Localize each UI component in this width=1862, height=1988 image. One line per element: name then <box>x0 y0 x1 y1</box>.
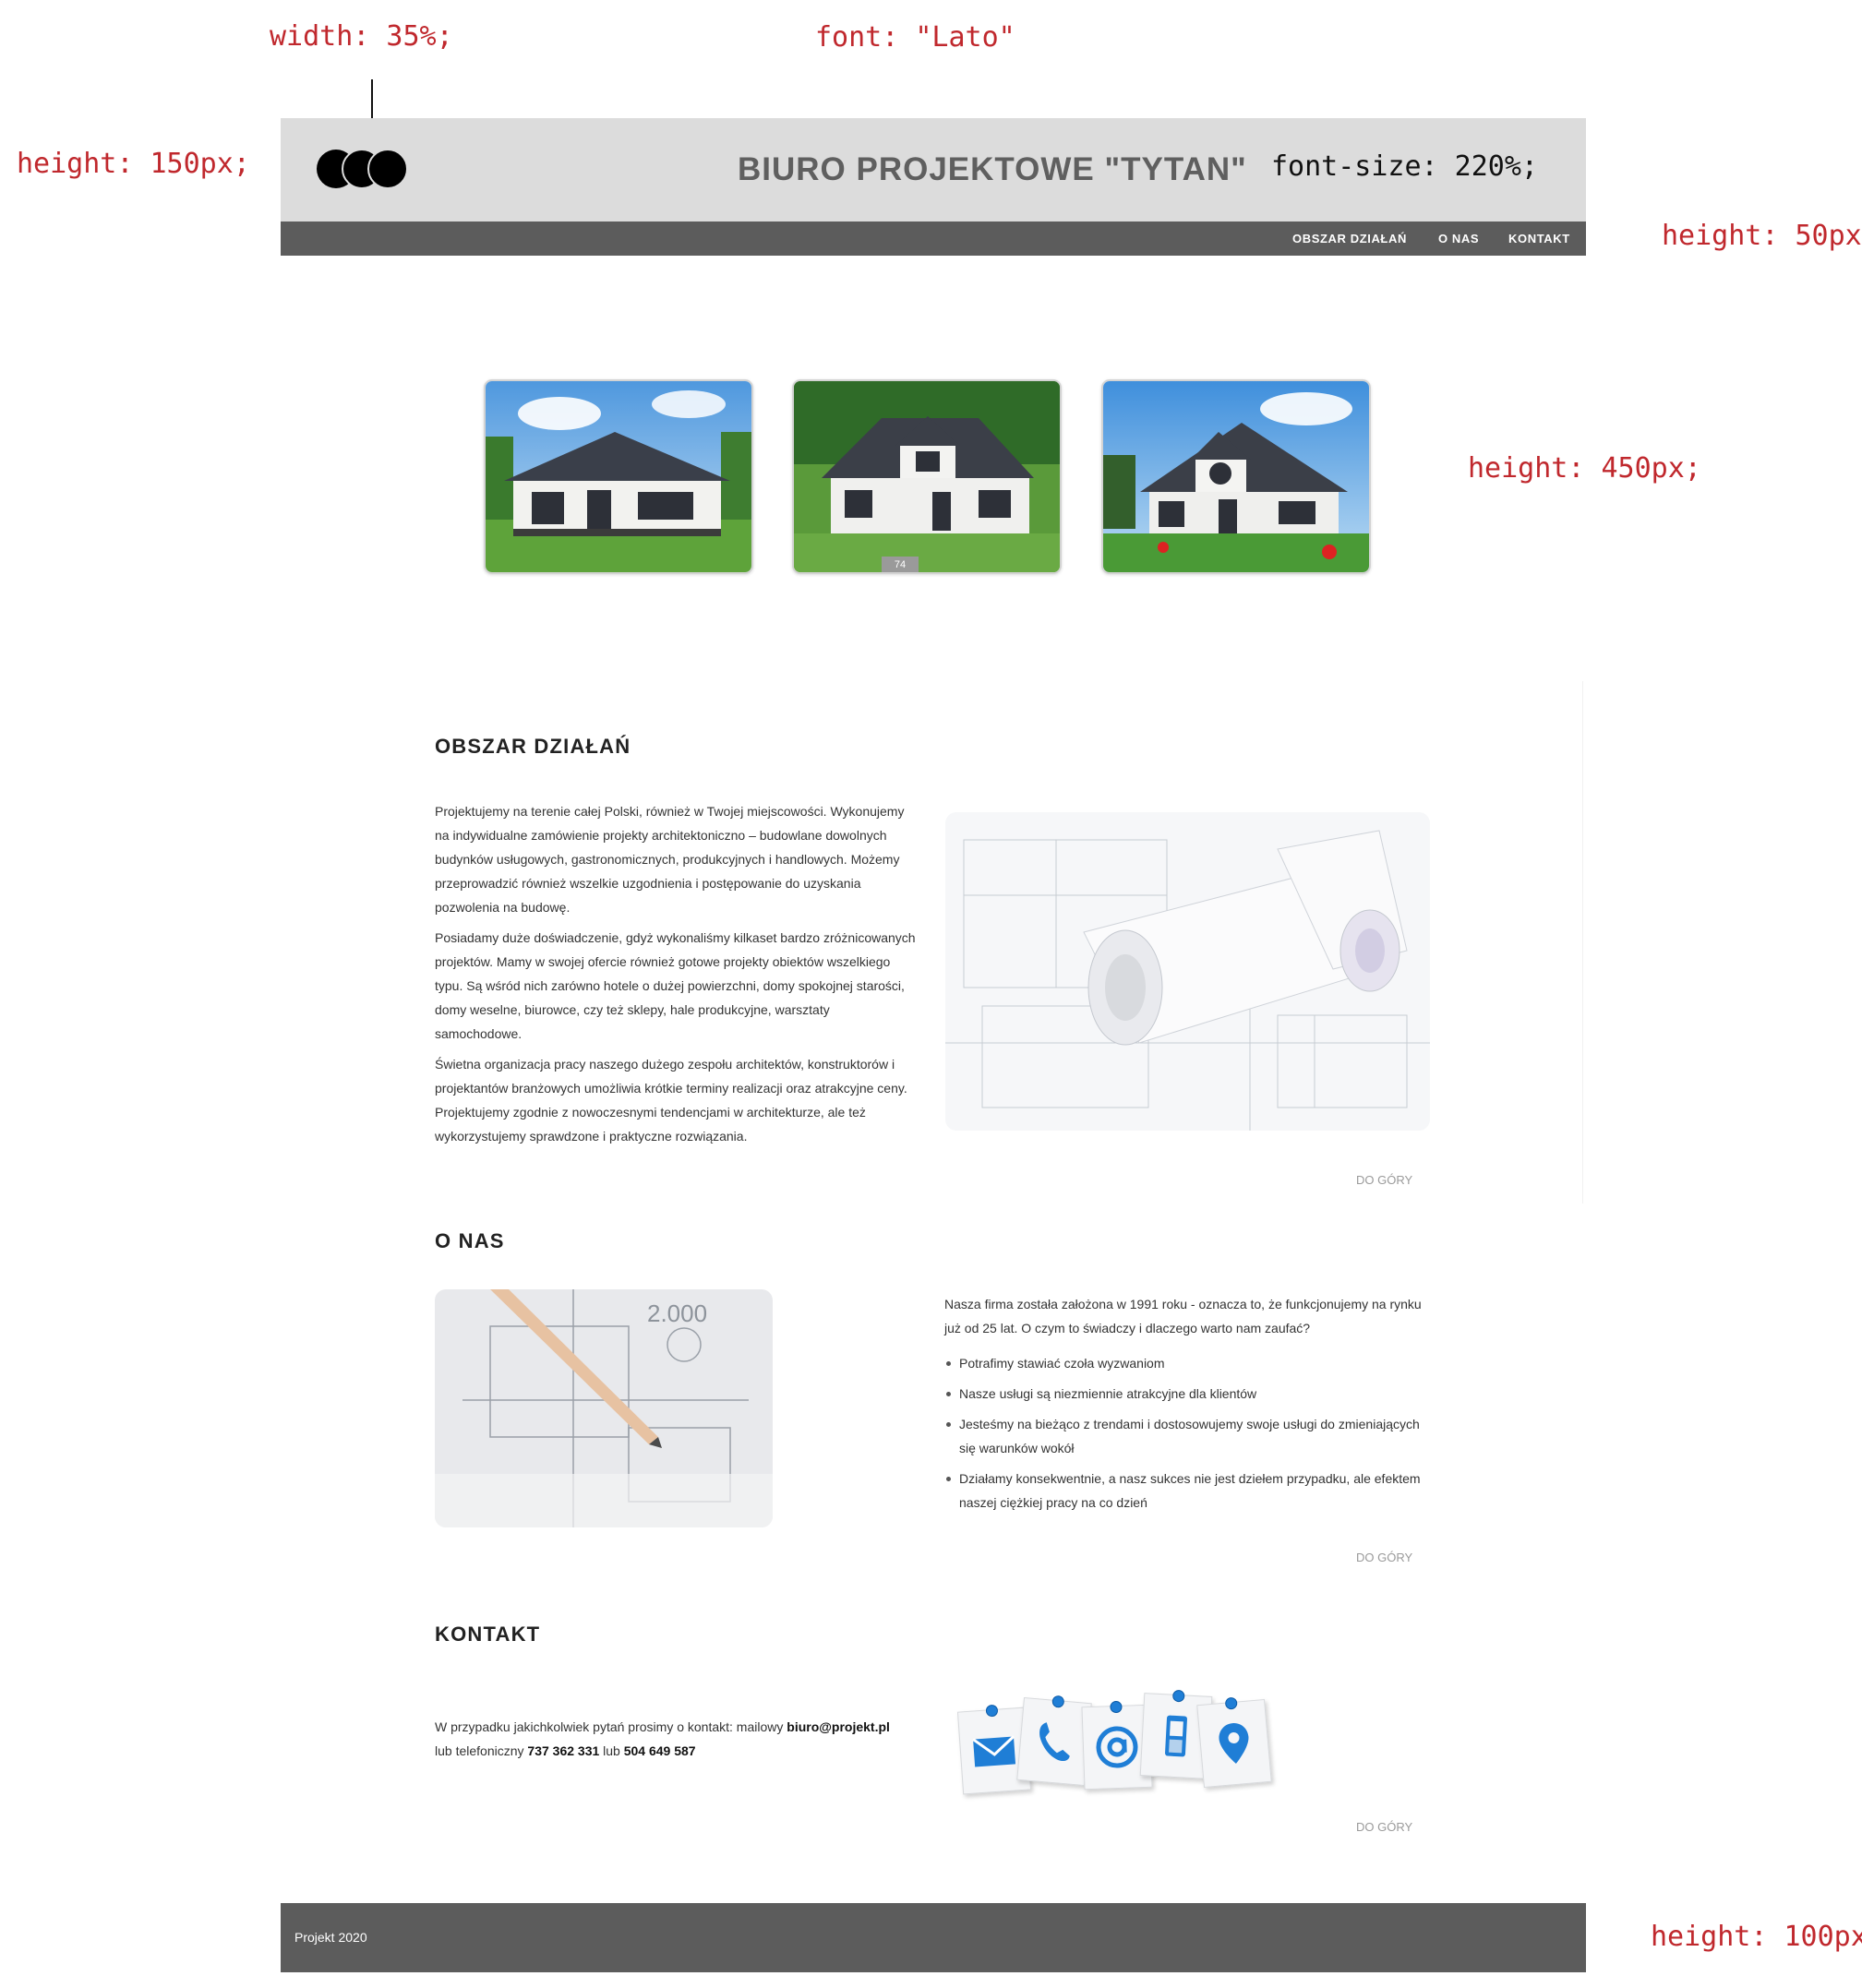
site-title: BIURO PROJEKTOWE "TYTAN" <box>738 151 1247 187</box>
location-pin-icon <box>1219 1723 1249 1764</box>
site-footer: Projekt 2020 <box>281 1903 1586 1972</box>
nav-item-obszar[interactable]: OBSZAR DZIAŁAŃ <box>1292 232 1407 246</box>
to-top-link[interactable]: DO GÓRY <box>1356 1820 1412 1834</box>
section-title-kontakt: KONTAKT <box>435 1623 541 1646</box>
house-photo-2[interactable]: 74 <box>792 379 1062 574</box>
house-photo-1[interactable] <box>484 379 753 574</box>
pin-icon <box>985 1704 999 1718</box>
phone-note <box>1016 1695 1092 1787</box>
pin-icon <box>1224 1696 1238 1710</box>
contact-phone-2[interactable]: 504 649 587 <box>624 1743 696 1758</box>
onas-intro: Nasza firma została założona w 1991 roku… <box>944 1297 1422 1335</box>
mobile-phone-icon <box>1165 1715 1187 1757</box>
contact-text-mid2: lub <box>599 1743 624 1758</box>
nav-item-kontakt[interactable]: KONTAKT <box>1508 232 1570 246</box>
contact-text-mid: lub telefoniczny <box>435 1743 528 1758</box>
location-note <box>1196 1696 1272 1789</box>
obszar-paragraph: Świetna organizacja pracy naszego dużego… <box>435 1057 907 1144</box>
annotation-font: font: "Lato" <box>815 21 1015 54</box>
section-title-obszar: OBSZAR DZIAŁAŃ <box>435 735 631 758</box>
list-item: Nasze usługi są niezmiennie atrakcyjne d… <box>944 1382 1424 1406</box>
onas-list: Potrafimy stawiać czoła wyzwaniom Nasze … <box>944 1351 1424 1521</box>
list-item: Jesteśmy na bieżąco z trendami i dostoso… <box>944 1412 1424 1460</box>
svg-text:2.000: 2.000 <box>647 1299 707 1327</box>
pin-icon <box>1110 1700 1123 1714</box>
annotation-header-height: height: 150px; <box>17 148 250 180</box>
pencil-blueprint-photo: 2.000 <box>435 1289 773 1527</box>
envelope-icon <box>972 1735 1016 1767</box>
three-circles-logo[interactable] <box>316 149 408 189</box>
annotation-footer-height: height: 100px; <box>1651 1921 1862 1953</box>
annotation-logo-width: width: 35%; <box>270 20 453 53</box>
to-top-link[interactable]: DO GÓRY <box>1356 1551 1412 1564</box>
contact-phone-1[interactable]: 737 362 331 <box>527 1743 599 1758</box>
nav-item-o-nas[interactable]: O NAS <box>1438 232 1479 246</box>
footer-text: Projekt 2020 <box>294 1930 367 1945</box>
list-item: Działamy konsekwentnie, a nasz sukces ni… <box>944 1467 1424 1515</box>
divider-line <box>1582 681 1583 1204</box>
annotation-title-font-size: font-size: 220%; <box>1271 150 1538 183</box>
house-number-label: 74 <box>895 559 906 570</box>
obszar-text: Projektujemy na terenie całej Polski, ró… <box>435 799 919 1155</box>
annotation-nav-height: height: 50px; <box>1662 220 1862 252</box>
phone-icon <box>1039 1722 1070 1762</box>
obszar-paragraph: Posiadamy duże doświadczenie, gdyż wykon… <box>435 930 916 1041</box>
contact-email[interactable]: biuro@projekt.pl <box>787 1719 890 1734</box>
obszar-paragraph: Projektujemy na terenie całej Polski, ró… <box>435 804 905 915</box>
section-title-o-nas: O NAS <box>435 1229 505 1252</box>
blueprint-rolls-photo <box>945 812 1430 1131</box>
contact-notes <box>955 1689 1279 1795</box>
main-nav: OBSZAR DZIAŁAŃ O NAS KONTAKT <box>281 222 1586 256</box>
at-sign-icon <box>1096 1726 1138 1768</box>
annotation-gallery-height: height: 450px; <box>1468 452 1701 485</box>
contact-text: W przypadku jakichkolwiek pytań prosimy … <box>435 1715 924 1763</box>
list-item: Potrafimy stawiać czoła wyzwaniom <box>944 1351 1424 1375</box>
house-photo-3[interactable] <box>1101 379 1371 574</box>
pin-icon <box>1051 1695 1065 1708</box>
pin-icon <box>1171 1689 1185 1703</box>
to-top-link[interactable]: DO GÓRY <box>1356 1173 1412 1187</box>
site-header: BIURO PROJEKTOWE "TYTAN" font-size: 220%… <box>281 118 1586 222</box>
contact-text-prefix: W przypadku jakichkolwiek pytań prosimy … <box>435 1719 787 1734</box>
